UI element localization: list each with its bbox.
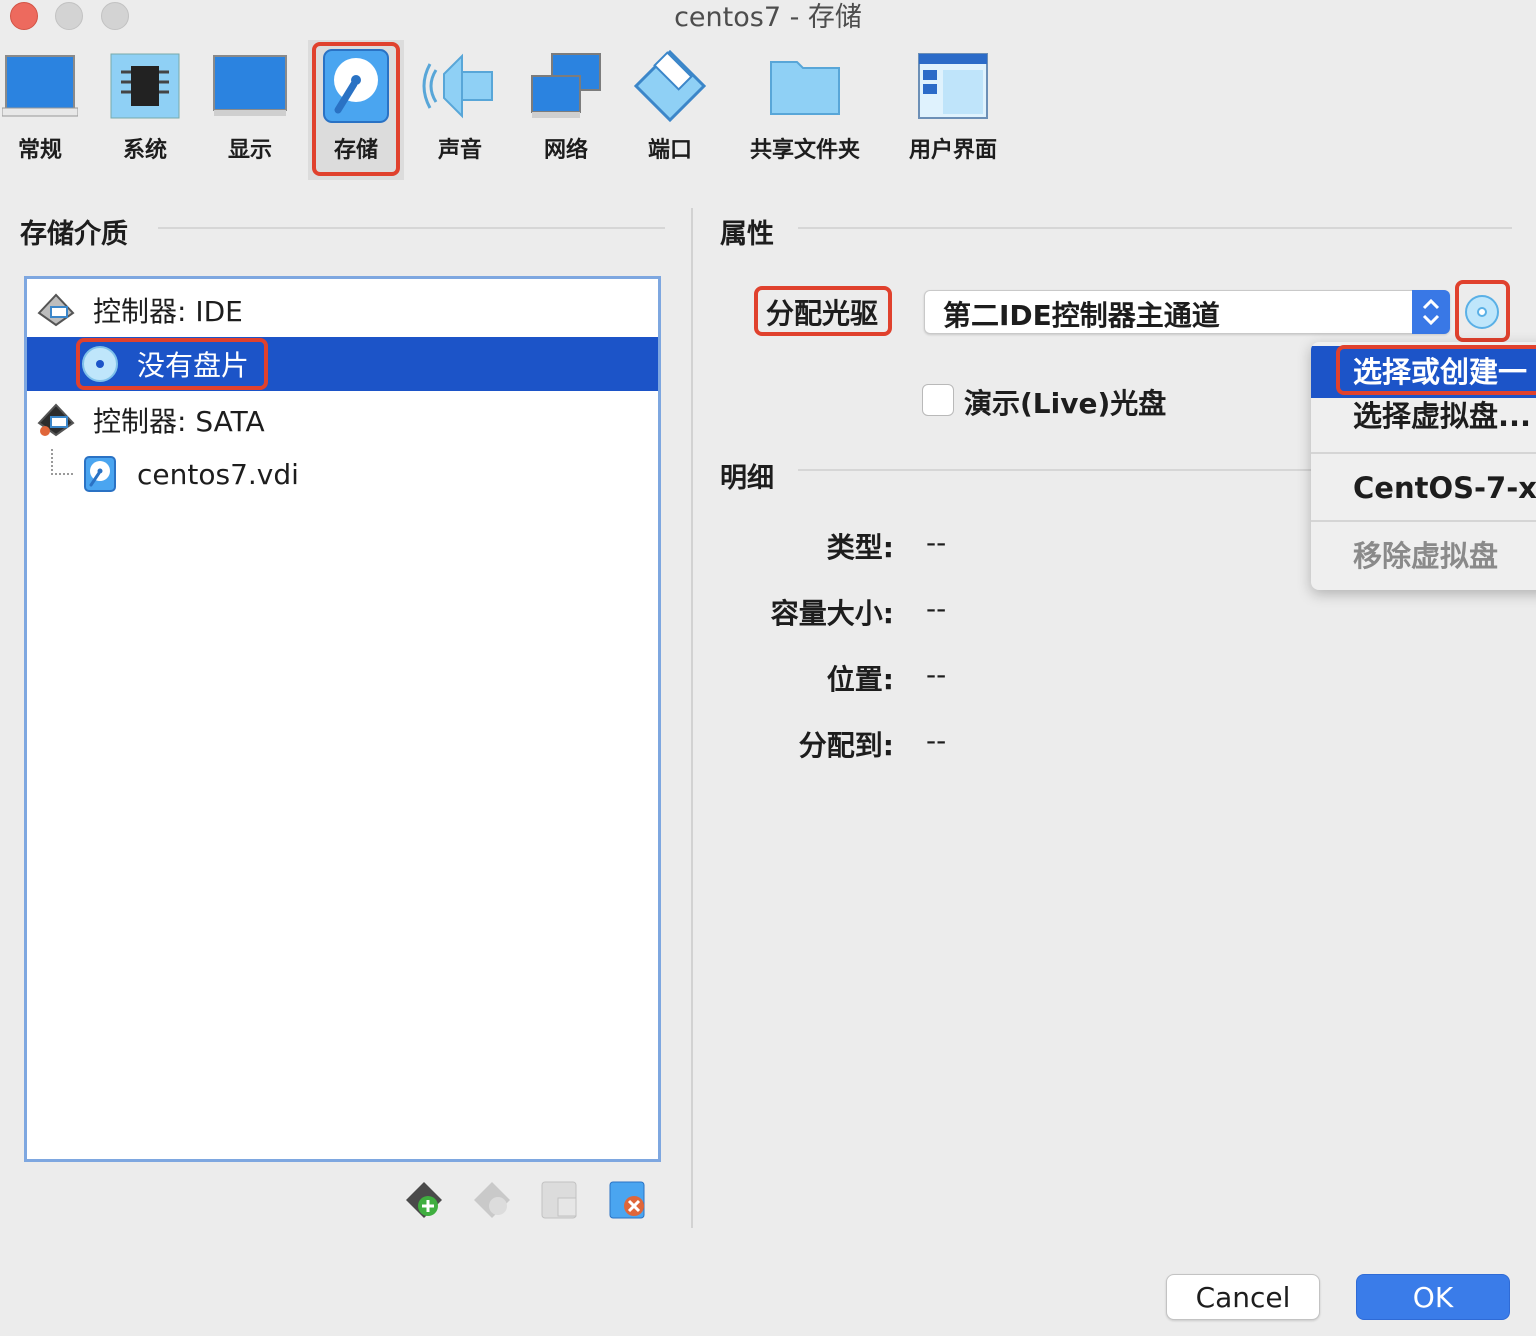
- menu-item-iso[interactable]: CentOS-7-x8: [1311, 462, 1536, 514]
- tab-shared-folders[interactable]: 共享文件夹: [745, 40, 865, 180]
- chip-icon: [110, 53, 180, 119]
- divider: [158, 227, 665, 229]
- detail-size-label: 容量大小:: [770, 597, 894, 630]
- speaker-icon: [422, 53, 493, 119]
- details-heading: 明细: [720, 463, 774, 494]
- ok-button[interactable]: OK: [1356, 1274, 1510, 1320]
- detail-size-value: --: [926, 592, 947, 625]
- storage-tree[interactable]: 控制器: IDE 没有盘片 控制器: SATA centos7.vdi: [24, 276, 661, 1162]
- optical-disc-icon: [82, 346, 118, 382]
- tree-item-sata-controller[interactable]: 控制器: SATA: [27, 393, 658, 447]
- folder-icon: [770, 61, 840, 115]
- detail-type-value: --: [926, 526, 947, 559]
- menu-separator: [1311, 520, 1536, 522]
- detail-location-label: 位置:: [826, 663, 894, 696]
- detail-attached-label: 分配到:: [798, 729, 894, 762]
- tab-audio[interactable]: 声音: [420, 40, 500, 180]
- storage-media-heading: 存储介质: [20, 219, 128, 250]
- title-bar: centos7 - 存储: [0, 0, 1536, 40]
- detail-type-label: 类型:: [826, 531, 894, 564]
- tab-user-interface[interactable]: 用户界面: [903, 40, 1003, 180]
- port-icon: [633, 49, 707, 123]
- live-cd-label: 演示(Live)光盘: [964, 387, 1167, 420]
- hard-disk-icon: [84, 456, 116, 492]
- add-attachment-icon[interactable]: [538, 1178, 582, 1222]
- tab-network[interactable]: 网络: [526, 40, 606, 180]
- menu-item-remove-disc[interactable]: 移除虚拟盘: [1311, 530, 1536, 582]
- live-cd-checkbox[interactable]: [922, 384, 954, 416]
- divider: [798, 227, 1512, 229]
- menu-separator: [1311, 452, 1536, 454]
- tab-general[interactable]: 常规: [0, 40, 80, 180]
- detail-location-value: --: [926, 658, 947, 691]
- window-title: centos7 - 存储: [674, 2, 862, 33]
- settings-toolbar: 常规 系统 显示 存储 声音 网络 端口 共享文件夹 用户界面: [0, 40, 1536, 180]
- window-layout-icon: [918, 53, 988, 119]
- monitor-icon: [213, 55, 287, 116]
- tree-item-ide-controller[interactable]: 控制器: IDE: [27, 283, 658, 337]
- menu-item-choose-disc[interactable]: 选择虚拟盘...: [1311, 390, 1536, 442]
- ide-controller-icon: [37, 293, 75, 327]
- disc-popup-menu: 选择或创建一 选择虚拟盘... CentOS-7-x8 移除虚拟盘: [1311, 342, 1536, 590]
- remove-controller-icon[interactable]: [470, 1178, 514, 1222]
- panel-divider: [691, 208, 693, 1228]
- tab-ports[interactable]: 端口: [630, 40, 710, 180]
- drive-label: 分配光驱: [766, 297, 879, 330]
- hard-disk-icon: [323, 49, 389, 123]
- general-icon: [2, 55, 78, 117]
- tree-item-empty-disc[interactable]: 没有盘片: [27, 337, 658, 391]
- network-icon: [531, 53, 601, 118]
- chevron-updown-icon: [1412, 290, 1450, 334]
- cancel-button[interactable]: Cancel: [1166, 1274, 1320, 1320]
- tab-system[interactable]: 系统: [105, 40, 185, 180]
- sata-controller-icon: [37, 403, 75, 437]
- remove-attachment-icon[interactable]: [606, 1178, 650, 1222]
- detail-attached-value: --: [926, 724, 947, 757]
- attributes-heading: 属性: [720, 219, 774, 250]
- tree-item-vdi[interactable]: centos7.vdi: [27, 447, 658, 501]
- add-controller-icon[interactable]: [402, 1178, 446, 1222]
- choose-disc-button[interactable]: [1462, 290, 1502, 334]
- tab-storage[interactable]: 存储: [308, 40, 404, 180]
- tab-display[interactable]: 显示: [210, 40, 290, 180]
- drive-select[interactable]: 第二IDE控制器主通道: [924, 290, 1450, 334]
